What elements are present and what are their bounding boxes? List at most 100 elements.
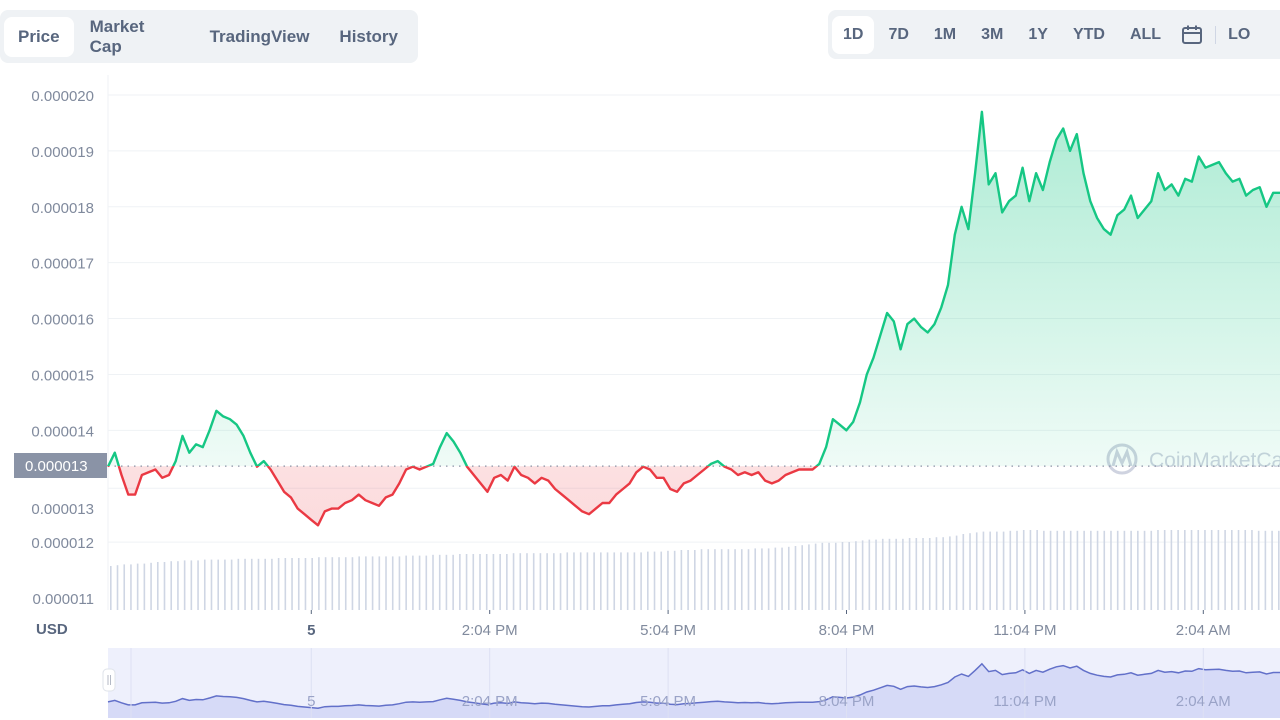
tab-history[interactable]: History (325, 17, 412, 57)
volume-bar (875, 539, 877, 610)
x-tick-label: 5:04 PM (640, 622, 696, 639)
volume-bar (230, 559, 233, 610)
volume-bar (197, 560, 199, 610)
volume-bar (1271, 530, 1273, 610)
volume-bar (707, 549, 710, 610)
volume-bar (432, 554, 434, 610)
volume-bar (1143, 530, 1146, 610)
volume-bar (895, 538, 897, 610)
volume-bar (667, 550, 669, 610)
volume-bar (136, 563, 139, 610)
time-range-selector: 1D 7D 1M 3M 1Y YTD ALL LO (828, 10, 1280, 59)
x-tick-label: 2:04 PM (462, 622, 518, 639)
volume-bar (378, 556, 381, 610)
range-1d[interactable]: 1D (832, 15, 875, 54)
volume-bar (1016, 530, 1018, 610)
y-tick-label: 0.000017 (31, 256, 94, 273)
volume-bar (1150, 530, 1153, 610)
range-7d[interactable]: 7D (877, 16, 919, 54)
volume-bar (452, 554, 454, 610)
volume-bar (613, 552, 616, 610)
volume-bar (687, 550, 689, 610)
navigator-left-handle[interactable] (102, 668, 116, 692)
volume-bar (425, 555, 428, 610)
volume-bar (143, 563, 146, 610)
volume-bar (586, 552, 589, 610)
volume-bar (1224, 530, 1226, 610)
navigator-label: 11:04 PM (993, 693, 1056, 710)
volume-bar (761, 548, 763, 610)
volume-bar (1083, 530, 1085, 610)
volume-bar (324, 557, 327, 610)
volume-bar (492, 554, 495, 610)
range-1y[interactable]: 1Y (1017, 16, 1059, 54)
volume-bar (1096, 530, 1099, 610)
y-tick-label: 0.000020 (31, 88, 94, 105)
volume-bar (996, 531, 998, 610)
volume-bar (1103, 530, 1106, 610)
volume-bar (1076, 530, 1079, 610)
volume-bar (714, 549, 716, 610)
volume-bar (660, 551, 663, 610)
price-chart: CoinMarketCap 0.0000200.0000190.0000180.… (14, 75, 1280, 718)
volume-bar (150, 562, 152, 610)
volume-bar (304, 558, 307, 610)
range-navigator[interactable]: 52:04 PM5:04 PM8:04 PM11:04 PM2:04 AM5:0… (102, 648, 1280, 718)
range-3m[interactable]: 3M (970, 16, 1014, 54)
y-tick-label: 0.000014 (31, 423, 94, 440)
calendar-icon[interactable] (1181, 24, 1203, 46)
volume-bar (1177, 530, 1179, 610)
volume-bar (767, 548, 770, 610)
volume-bar (1163, 530, 1166, 610)
volume-bar (794, 546, 797, 610)
volume-bar (237, 558, 240, 610)
volume-bar (566, 552, 569, 610)
volume-bar (579, 552, 582, 610)
volume-bar (888, 538, 891, 610)
log-scale-toggle[interactable]: LO (1228, 26, 1250, 44)
volume-bar (814, 543, 817, 610)
volume-bar (506, 554, 508, 610)
volume-bar (848, 542, 850, 610)
range-ytd[interactable]: YTD (1062, 16, 1116, 54)
y-axis: 0.000020 0.000019 0.000018 0.000017 0.000016… (31, 88, 94, 608)
x-tick-label: 11:04 PM (993, 622, 1056, 639)
volume-bar (284, 558, 287, 610)
x-axis: 52:04 PM5:04 PM8:04 PM11:04 PM2:04 AM5:0… (307, 610, 1231, 639)
volume-bar (908, 538, 911, 610)
volume-bar (680, 550, 683, 610)
volume-bar (459, 554, 461, 610)
tab-price[interactable]: Price (4, 16, 74, 57)
volume-bar (479, 554, 481, 610)
volume-bar (787, 546, 790, 610)
volume-bar (1264, 530, 1267, 610)
volume-bar (391, 556, 394, 610)
y-tick-label: 0.000011 (33, 591, 94, 608)
volume-bar (1110, 530, 1112, 610)
volume-bar (217, 559, 220, 610)
volume-bar (271, 558, 273, 610)
x-tick-label: 8:04 PM (819, 622, 875, 639)
volume-bar (1190, 530, 1193, 610)
volume-bar (190, 560, 193, 610)
tab-tradingview[interactable]: TradingView (196, 17, 324, 57)
volume-bar (405, 555, 407, 610)
current-price-label: 0.000013 (14, 453, 107, 478)
tab-market-cap[interactable]: Market Cap (76, 7, 194, 67)
volume-bar (955, 535, 958, 610)
volume-bar (855, 541, 857, 610)
range-1m[interactable]: 1M (923, 16, 967, 54)
volume-bar (841, 542, 844, 610)
volume-bar (1204, 530, 1206, 610)
volume-bar (975, 532, 978, 610)
volume-bar (1157, 530, 1159, 610)
volume-bar (358, 556, 360, 610)
volume-bar (1069, 530, 1072, 610)
volume-bar (485, 554, 488, 610)
volume-bar (472, 554, 475, 610)
volume-bar (881, 538, 884, 610)
volume-bar (385, 556, 387, 610)
range-all[interactable]: ALL (1119, 16, 1172, 54)
volume-bar (606, 552, 609, 610)
navigator-label: 8:04 PM (819, 693, 875, 710)
